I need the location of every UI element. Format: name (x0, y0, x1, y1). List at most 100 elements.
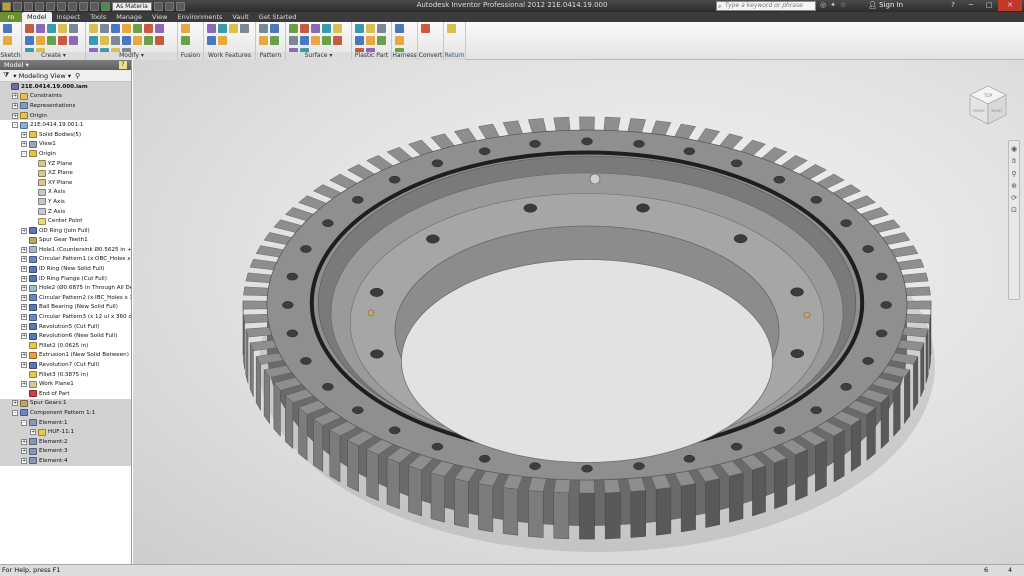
browser-node[interactable]: YZ Plane (0, 159, 131, 169)
ribbon-tool-icon[interactable] (300, 24, 309, 33)
ribbon-tool-icon[interactable] (207, 36, 216, 45)
ribbon-tool-icon[interactable] (311, 36, 320, 45)
browser-node[interactable]: + Circular Pattern3 (x 12 ul x 360 deg) (0, 312, 131, 322)
browser-node[interactable]: + OD Ring (Join Full) (0, 226, 131, 236)
collapse-icon[interactable]: - (12, 122, 18, 129)
browser-node[interactable]: + Element:2 (0, 436, 131, 447)
ribbon-tool-icon[interactable] (25, 36, 34, 45)
browser-node[interactable]: + Origin (0, 110, 131, 121)
ribbon-tool-icon[interactable] (47, 24, 56, 33)
browser-node[interactable]: + ID Ring Flange (Cut Full) (0, 274, 131, 284)
expand-icon[interactable]: + (21, 457, 27, 464)
filter-icon[interactable]: ⧩ (3, 71, 9, 80)
browser-node[interactable]: - 21E.0414.19.001:1 (0, 120, 131, 130)
ribbon-tool-icon[interactable] (322, 24, 331, 33)
expand-icon[interactable]: + (21, 285, 27, 292)
ribbon-panel-label[interactable]: Modify ▾ (86, 52, 177, 60)
ribbon-panel-label[interactable]: Fusion (178, 52, 203, 60)
close-icon[interactable]: ✕ (998, 0, 1022, 11)
ribbon-tool-icon[interactable] (181, 24, 190, 33)
minimize-icon[interactable]: ─ (962, 0, 980, 11)
expand-icon[interactable]: + (21, 314, 27, 321)
ribbon-tool-icon[interactable] (366, 36, 375, 45)
ribbon-tool-icon[interactable] (207, 24, 216, 33)
browser-node[interactable]: + Revolution7 (Cut Full) (0, 360, 131, 370)
tab-inspect[interactable]: Inspect (52, 12, 86, 22)
browser-node[interactable]: Spur Gear Teeth1 (0, 236, 131, 246)
orbit-icon[interactable]: ⟳ (1011, 194, 1017, 202)
viewcube[interactable]: TOP FRONT RIGHT (968, 84, 1008, 128)
expand-icon[interactable]: + (12, 112, 18, 119)
browser-node[interactable]: Fillet3 (0.3875 in) (0, 370, 131, 380)
browser-node[interactable]: + View1 (0, 140, 131, 150)
expand-icon[interactable]: + (21, 304, 27, 311)
expand-icon[interactable]: + (21, 275, 27, 282)
expand-icon[interactable]: + (21, 246, 27, 253)
ribbon-tool-icon[interactable] (89, 36, 98, 45)
browser-node[interactable]: + Work Plane1 (0, 379, 131, 389)
browser-node[interactable]: + Constraints (0, 91, 131, 102)
ribbon-tool-icon[interactable] (311, 24, 320, 33)
browser-node[interactable]: + Revolution5 (Cut Full) (0, 322, 131, 332)
ribbon-tool-icon[interactable] (3, 24, 12, 33)
ribbon-tool-icon[interactable] (133, 36, 142, 45)
ribbon-tool-icon[interactable] (395, 36, 404, 45)
expand-icon[interactable]: + (21, 131, 27, 138)
browser-node[interactable]: + Hole1 (Countersink Ø0.5625 in + 0.0 (0, 245, 131, 255)
expand-icon[interactable]: + (12, 93, 18, 100)
browser-node[interactable]: + Revolution6 (New Solid Full) (0, 331, 131, 341)
ribbon-tool-icon[interactable] (270, 24, 279, 33)
ribbon-tool-icon[interactable] (447, 24, 456, 33)
steering-wheel-icon[interactable]: ◉ (1011, 145, 1017, 153)
zoom-window-icon[interactable]: ⊕ (1011, 182, 1017, 190)
ribbon-tool-icon[interactable] (181, 36, 190, 45)
expand-icon[interactable]: + (21, 323, 27, 330)
ribbon-tool-icon[interactable] (300, 36, 309, 45)
browser-node[interactable]: + Circular Pattern1 (x OBC_Holes x 36 (0, 255, 131, 265)
expand-icon[interactable]: + (12, 102, 18, 109)
ribbon-tool-icon[interactable] (69, 24, 78, 33)
zoom-icon[interactable]: ⚲ (1011, 170, 1016, 178)
browser-node[interactable]: + Spur Gears:1 (0, 398, 131, 409)
ribbon-tool-icon[interactable] (69, 36, 78, 45)
ribbon-tool-icon[interactable] (133, 24, 142, 33)
ribbon-tool-icon[interactable] (333, 24, 342, 33)
search-input[interactable]: ⌕ Type a keyword or phrase (716, 1, 816, 11)
expand-icon[interactable]: + (21, 352, 27, 359)
pan-icon[interactable]: ✋︎ (1012, 157, 1016, 166)
ribbon-tool-icon[interactable] (58, 36, 67, 45)
browser-node[interactable]: - Component Pattern 1:1 (0, 408, 131, 418)
browser-node[interactable]: - Element:1 (0, 417, 131, 428)
ribbon-tool-icon[interactable] (111, 24, 120, 33)
ribbon-panel-label[interactable]: Convert (418, 52, 443, 60)
ribbon-tool-icon[interactable] (89, 24, 98, 33)
browser-node[interactable]: + Element:3 (0, 446, 131, 457)
ribbon-panel-label[interactable]: Work Features (204, 52, 255, 60)
browser-node[interactable]: + ID Ring (New Solid Full) (0, 264, 131, 274)
favorites-icon[interactable]: ☆ (840, 1, 846, 9)
ribbon-tool-icon[interactable] (289, 24, 298, 33)
tab-environments[interactable]: Environments (172, 12, 227, 22)
ribbon-tool-icon[interactable] (377, 36, 386, 45)
maximize-icon[interactable]: □ (980, 0, 998, 11)
expand-icon[interactable]: + (21, 256, 27, 263)
collapse-icon[interactable]: - (12, 409, 18, 416)
ribbon-tool-icon[interactable] (218, 24, 227, 33)
tab-view[interactable]: View (147, 12, 172, 22)
ribbon-tool-icon[interactable] (100, 36, 109, 45)
browser-node[interactable]: XZ Plane (0, 168, 131, 178)
expand-icon[interactable]: + (21, 448, 27, 455)
browser-node[interactable]: + Circular Pattern2 (x IBC_Holes x 360 (0, 293, 131, 303)
ribbon-panel-label[interactable]: Harness (392, 52, 417, 60)
ribbon-tool-icon[interactable] (421, 24, 430, 33)
ribbon-tool-icon[interactable] (322, 36, 331, 45)
browser-node[interactable]: + Solid Bodies(5) (0, 130, 131, 140)
tab-application[interactable]: ro (0, 12, 22, 22)
ribbon-panel-label[interactable]: Surface ▾ (286, 52, 351, 60)
tab-model[interactable]: Model (22, 12, 52, 22)
tab-manage[interactable]: Manage (111, 12, 147, 22)
browser-node[interactable]: 21E.0414.19.000.iam (0, 82, 131, 92)
browser-node[interactable]: - Origin (0, 149, 131, 159)
ribbon-tool-icon[interactable] (155, 24, 164, 33)
ribbon-tool-icon[interactable] (36, 24, 45, 33)
